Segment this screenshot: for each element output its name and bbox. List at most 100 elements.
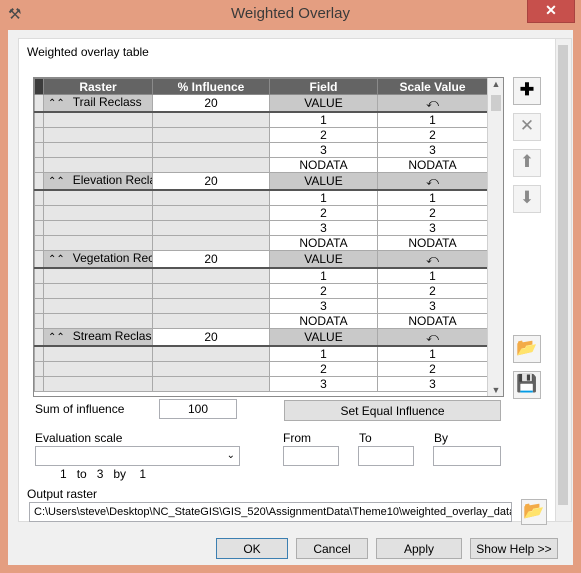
undo-icon[interactable]: ⤺ [377,250,488,269]
col-field[interactable]: Field [269,78,378,95]
field-value-cell: 3 [269,220,378,236]
browse-folder-icon[interactable]: 📂 [521,499,547,525]
by-input[interactable] [433,446,501,466]
scale-value-cell[interactable]: 2 [377,283,488,299]
value-row[interactable]: NODATA NODATA [34,313,488,329]
scale-value-cell[interactable]: 2 [377,361,488,377]
x-icon[interactable]: ✕ [513,113,541,141]
undo-icon[interactable]: ⤺ [377,172,488,191]
raster-row[interactable]: ⌃⌃Vegetation Reclass20VALUE⤺ [34,250,488,269]
save-icon[interactable]: 💾 [513,371,541,399]
value-row[interactable]: 33 [34,142,488,158]
row-selector[interactable] [34,205,44,221]
value-row[interactable]: 33 [34,220,488,236]
influence-cell[interactable]: 20 [152,94,270,113]
eval-scale-select[interactable]: 1 to 3 by 1 ⌄ [35,446,240,481]
ok-button[interactable]: OK [216,538,288,559]
apply-button[interactable]: Apply [376,538,462,559]
scale-value-cell[interactable]: 2 [377,127,488,143]
raster-row[interactable]: ⌃⌃Elevation Reclass20VALUE⤺ [34,172,488,191]
value-row[interactable]: 22 [34,205,488,221]
row-selector[interactable] [34,267,44,284]
col-raster[interactable]: Raster [43,78,153,95]
col-scale[interactable]: Scale Value [377,78,488,95]
scroll-thumb[interactable] [491,95,501,111]
scale-value-cell[interactable]: NODATA [377,235,488,251]
value-row[interactable]: 11 [34,267,488,284]
scale-value-cell[interactable]: 2 [377,205,488,221]
field-cell: VALUE [269,172,378,191]
influence-cell[interactable]: 20 [152,250,270,269]
row-selector[interactable] [34,345,44,362]
undo-icon[interactable]: ⤺ [377,94,488,113]
output-raster-input[interactable]: C:\Users\steve\Desktop\NC_StateGIS\GIS_5… [29,502,512,522]
value-row[interactable]: 22 [34,127,488,143]
scale-value-cell[interactable]: NODATA [377,157,488,173]
from-input[interactable] [283,446,339,466]
folder-open-icon[interactable]: 📂 [513,335,541,363]
row-selector[interactable] [34,313,44,329]
row-selector[interactable] [34,283,44,299]
row-selector[interactable] [34,111,44,128]
raster-cell[interactable]: ⌃⌃ Trail Reclass [43,94,153,113]
row-selector[interactable] [34,298,44,314]
scroll-down-icon[interactable]: ▼ [488,385,503,395]
scale-value-cell[interactable]: 1 [377,189,488,206]
row-selector[interactable] [34,250,44,269]
value-row[interactable]: 33 [34,298,488,314]
col-influence[interactable]: % Influence [152,78,270,95]
raster-row[interactable]: ⌃⌃ Trail Reclass 20 VALUE ⤺ [34,94,488,113]
arrow-up-icon[interactable]: ⬆ [513,149,541,177]
scale-value-cell[interactable]: 1 [377,111,488,128]
scale-value-cell[interactable]: NODATA [377,313,488,329]
raster-cell[interactable]: ⌃⌃ Stream Reclass [43,328,153,347]
scale-value-cell[interactable]: 3 [377,220,488,236]
value-row[interactable]: NODATA NODATA [34,235,488,251]
row-selector[interactable] [34,189,44,206]
row-selector[interactable] [34,172,44,191]
row-selector[interactable] [34,127,44,143]
undo-icon[interactable]: ⤺ [377,328,488,347]
scale-value-cell[interactable]: 1 [377,345,488,362]
scale-value-cell[interactable]: 1 [377,267,488,284]
scroll-up-icon[interactable]: ▲ [488,79,503,89]
scale-value-cell[interactable]: 3 [377,142,488,158]
influence-cell[interactable]: 20 [152,172,270,191]
scale-value-cell[interactable]: 3 [377,376,488,392]
row-selector[interactable] [34,328,44,347]
value-row[interactable]: 33 [34,376,488,392]
to-input[interactable] [358,446,414,466]
cancel-button[interactable]: Cancel [296,538,368,559]
value-row[interactable]: 11 [34,189,488,206]
panel-scrollbar[interactable] [555,39,571,521]
row-selector[interactable] [34,94,44,113]
row-selector[interactable] [34,235,44,251]
panel-scroll-thumb[interactable] [558,45,568,505]
influence-cell[interactable]: 20 [152,328,270,347]
table-scrollbar[interactable]: ▲ ▼ [487,78,503,396]
value-row[interactable]: 11 [34,345,488,362]
value-row[interactable]: 22 [34,283,488,299]
collapse-icon[interactable]: ⌃⌃ [45,98,73,109]
row-selector[interactable] [34,220,44,236]
collapse-icon[interactable]: ⌃⌃ [45,176,73,187]
row-selector[interactable] [34,376,44,392]
value-row[interactable]: NODATA NODATA [34,157,488,173]
plus-icon[interactable]: ✚ [513,77,541,105]
value-row[interactable]: 22 [34,361,488,377]
scale-value-cell[interactable]: 3 [377,298,488,314]
collapse-icon[interactable]: ⌃⌃ [45,254,73,265]
raster-cell[interactable]: ⌃⌃Elevation Reclass [43,172,153,191]
value-row[interactable]: 11 [34,111,488,128]
close-button[interactable]: ✕ [527,0,575,23]
collapse-icon[interactable]: ⌃⌃ [45,332,73,343]
row-selector[interactable] [34,157,44,173]
raster-cell[interactable]: ⌃⌃Vegetation Reclass [43,250,153,269]
row-selector[interactable] [34,142,44,158]
arrow-down-icon[interactable]: ⬇ [513,185,541,213]
show-help-button[interactable]: Show Help >> [470,538,558,559]
chevron-down-icon[interactable]: ⌄ [227,447,235,465]
row-selector[interactable] [34,361,44,377]
raster-row[interactable]: ⌃⌃ Stream Reclass 20 VALUE ⤺ [34,328,488,347]
set-equal-influence-button[interactable]: Set Equal Influence [284,400,501,421]
